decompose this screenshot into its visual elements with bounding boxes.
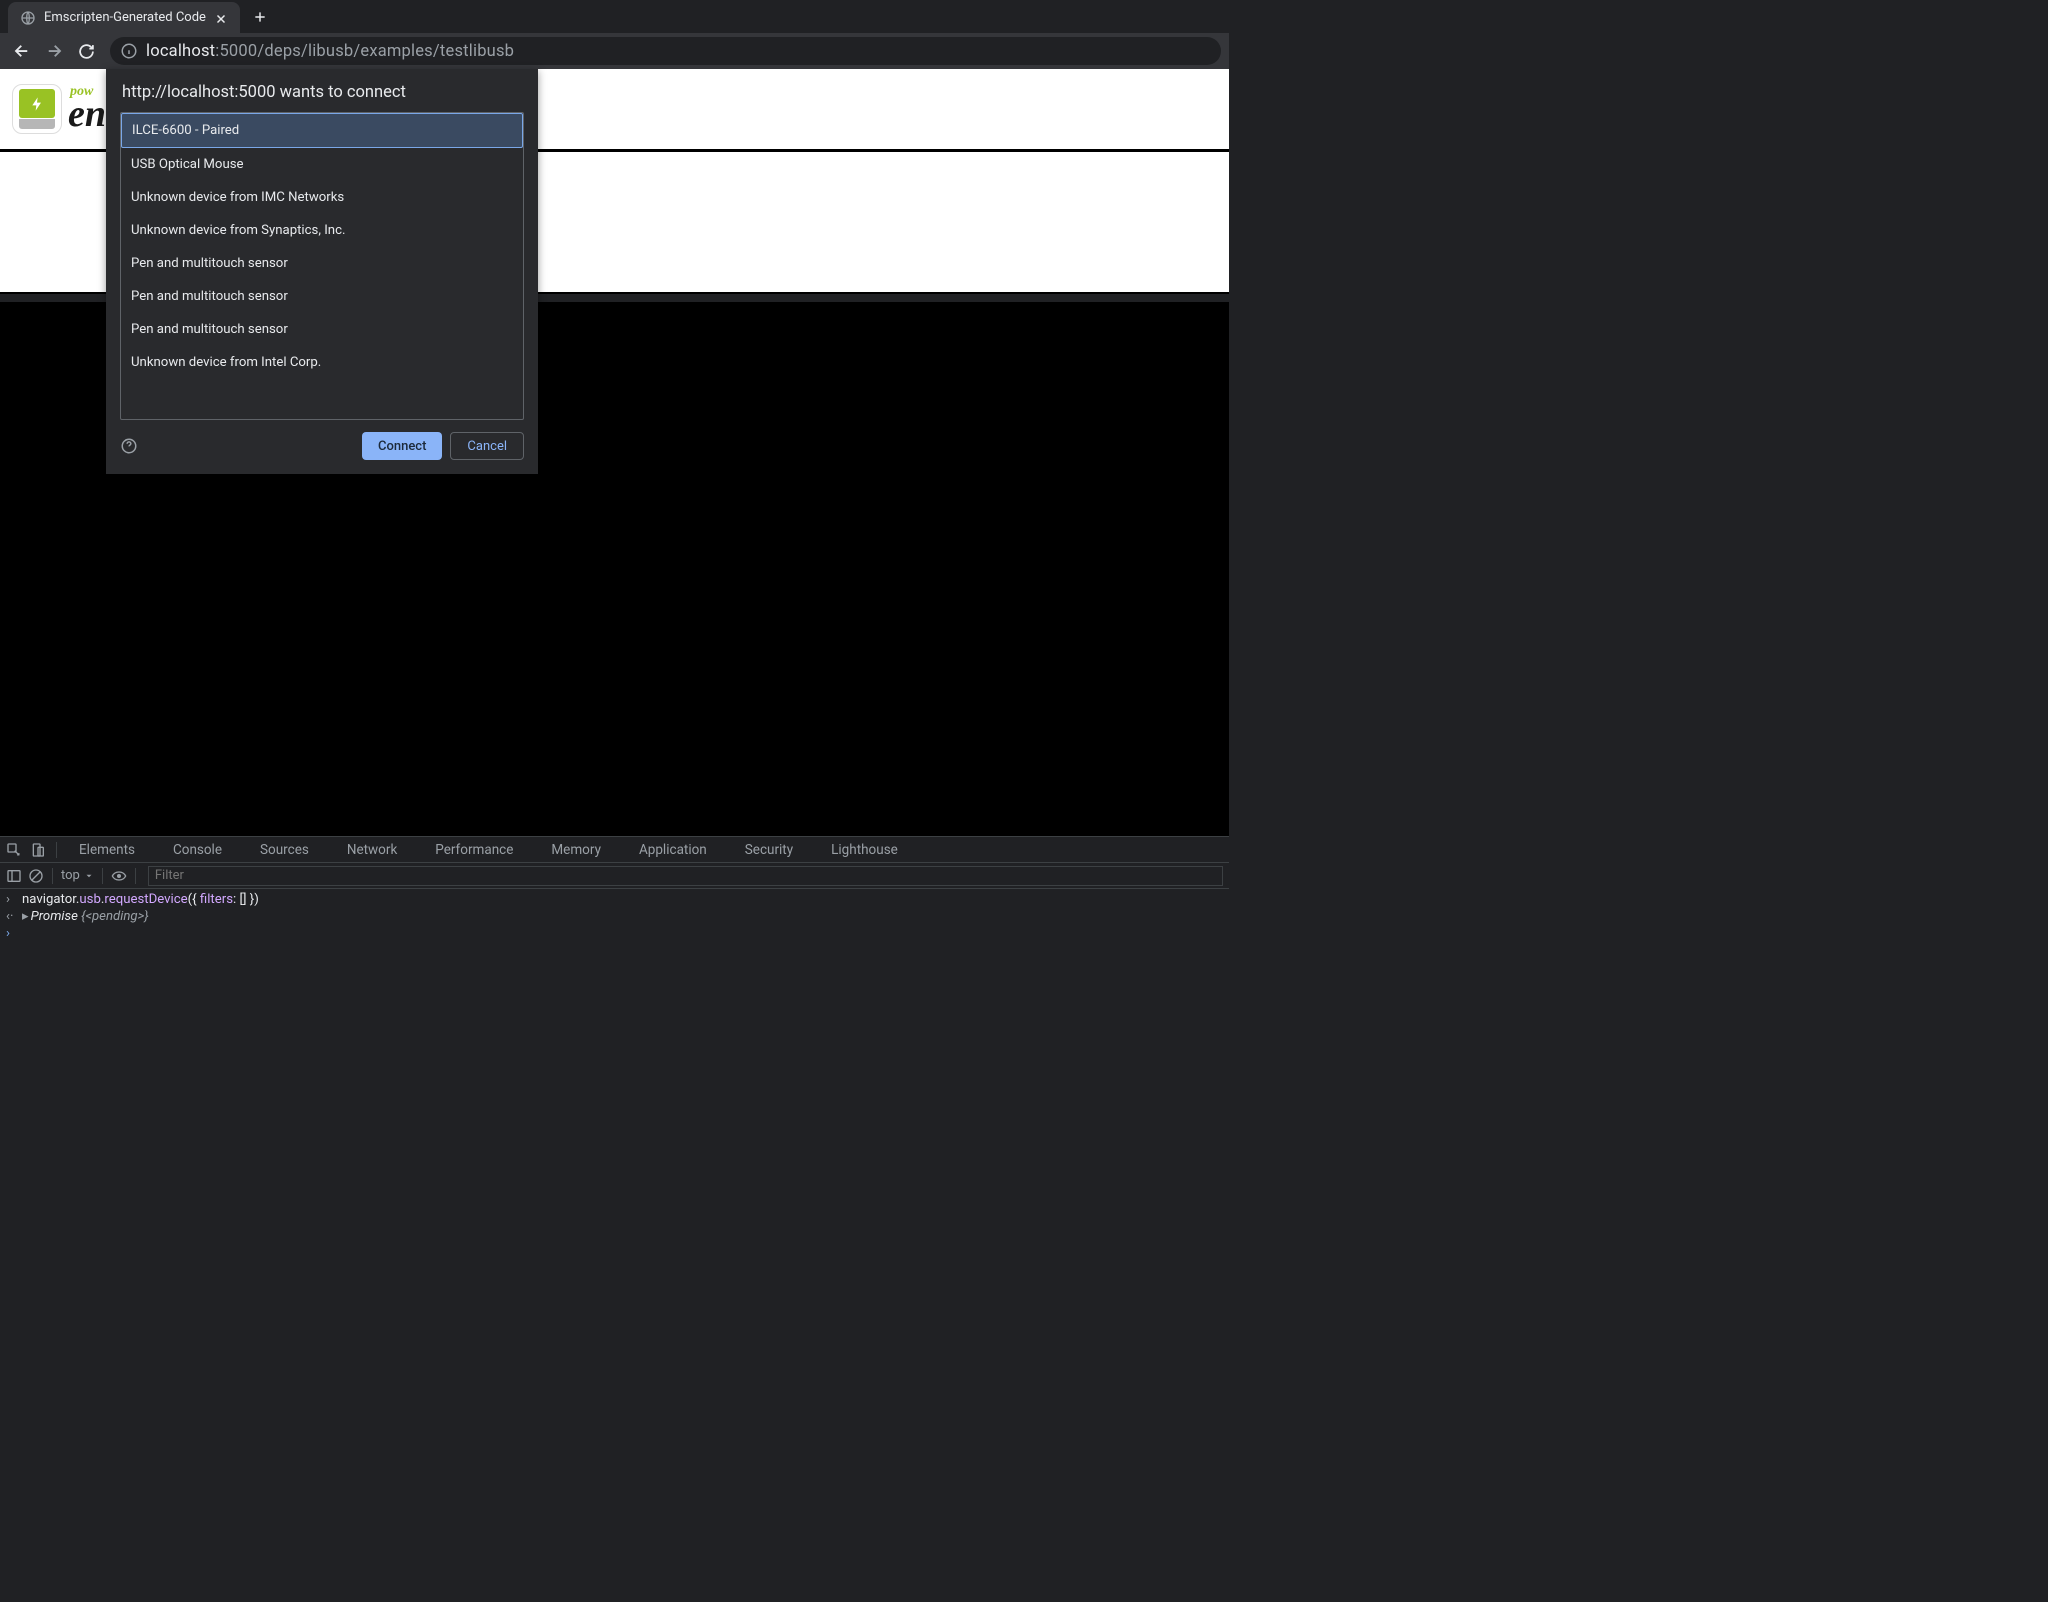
prompt-icon: › [6, 926, 10, 941]
console-toolbar: top [0, 863, 1229, 889]
logo-em-label: en [68, 95, 106, 133]
devtools-tab-sources[interactable]: Sources [252, 842, 317, 858]
device-item[interactable]: Unknown device from IMC Networks [121, 181, 523, 214]
toolbar: localhost:5000/deps/libusb/examples/test… [0, 33, 1229, 69]
help-icon[interactable] [120, 437, 138, 455]
device-toolbar-icon[interactable] [30, 842, 46, 858]
inspect-icon[interactable] [6, 842, 22, 858]
console-output-text: ▸Promise {<pending>} [22, 909, 149, 924]
device-item[interactable]: Pen and multitouch sensor [121, 247, 523, 280]
site-info-icon[interactable] [120, 42, 138, 60]
device-item[interactable]: USB Optical Mouse [121, 148, 523, 181]
emscripten-logo-icon [12, 84, 62, 134]
connect-button[interactable]: Connect [362, 432, 442, 460]
url-text: localhost:5000/deps/libusb/examples/test… [146, 42, 514, 61]
context-selector[interactable]: top [61, 868, 94, 883]
devtools-tab-application[interactable]: Application [631, 842, 715, 858]
devtools-panel: Elements Console Sources Network Performance… [0, 836, 1229, 961]
close-icon[interactable] [214, 11, 228, 25]
console-filter-input[interactable] [148, 866, 1223, 886]
device-list: ILCE-6600 - PairedUSB Optical MouseUnkno… [120, 112, 524, 420]
dialog-footer: Connect Cancel [106, 420, 538, 474]
clear-console-icon[interactable] [28, 868, 44, 884]
console-output[interactable]: › navigator.usb.requestDevice({ filters:… [0, 889, 1229, 961]
console-input-line: › navigator.usb.requestDevice({ filters:… [6, 891, 1223, 908]
tab-title: Emscripten-Generated Code [44, 10, 206, 25]
devtools-tab-network[interactable]: Network [339, 842, 405, 858]
devtools-tab-lighthouse[interactable]: Lighthouse [823, 842, 906, 858]
new-tab-button[interactable] [246, 0, 274, 33]
device-item[interactable]: Unknown device from Synaptics, Inc. [121, 214, 523, 247]
cancel-button[interactable]: Cancel [450, 432, 524, 460]
globe-icon [20, 10, 36, 26]
usb-permission-dialog: http://localhost:5000 wants to connect I… [106, 69, 538, 474]
prompt-icon: › [6, 892, 16, 907]
live-expression-icon[interactable] [111, 868, 127, 884]
tab-bar: Emscripten-Generated Code [0, 0, 1229, 33]
dialog-title: http://localhost:5000 wants to connect [106, 69, 538, 112]
device-item[interactable]: Unknown device from Intel Corp. [121, 346, 523, 379]
console-input-text: navigator.usb.requestDevice({ filters: [… [22, 892, 259, 907]
logo-text: pow en [68, 85, 106, 133]
browser-tab[interactable]: Emscripten-Generated Code [8, 2, 240, 33]
device-item[interactable]: Pen and multitouch sensor [121, 280, 523, 313]
devtools-tab-console[interactable]: Console [165, 842, 230, 858]
sidebar-toggle-icon[interactable] [6, 868, 22, 884]
devtools-tab-performance[interactable]: Performance [427, 842, 521, 858]
devtools-tab-security[interactable]: Security [737, 842, 801, 858]
reload-button[interactable] [72, 37, 100, 65]
back-button[interactable] [8, 37, 36, 65]
device-item[interactable]: Pen and multitouch sensor [121, 313, 523, 346]
console-output-line: ‹· ▸Promise {<pending>} [6, 908, 1223, 925]
devtools-tab-elements[interactable]: Elements [71, 842, 143, 858]
forward-button[interactable] [40, 37, 68, 65]
console-prompt[interactable]: › [6, 925, 1223, 942]
address-bar[interactable]: localhost:5000/deps/libusb/examples/test… [110, 37, 1221, 65]
devtools-tab-bar: Elements Console Sources Network Performance… [0, 837, 1229, 863]
return-icon: ‹· [6, 909, 16, 924]
devtools-tab-memory[interactable]: Memory [543, 842, 609, 858]
device-item[interactable]: ILCE-6600 - Paired [121, 113, 523, 148]
